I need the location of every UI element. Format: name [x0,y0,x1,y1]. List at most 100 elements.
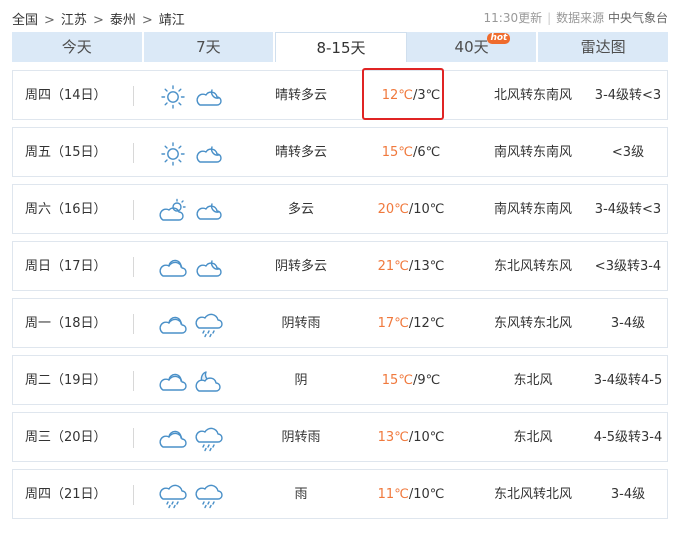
forecast-row[interactable]: 周五（15日） 晴转多云 15℃/6℃ 南风转东南风 <3级 [12,127,668,177]
weather-description: 雨 [294,487,308,502]
rain-icon [158,483,188,509]
breadcrumb-separator: > [141,13,153,28]
forecast-tabs: 今天 7天 8-15天 40天 hot 雷达图 [12,32,668,62]
temperature-high: 11℃ [377,487,409,502]
tab-7-days[interactable]: 7天 [143,32,276,62]
wind-direction: 北风转东南风 [493,88,572,103]
temperature-high: 21℃ [377,259,409,274]
cloud-icon [194,255,224,281]
weather-icons [158,369,224,395]
forecast-date: 周四（21日） [25,487,107,502]
cloudy-night-icon [194,369,224,395]
temperature-high: 15℃ [381,373,413,388]
forecast-row[interactable]: 周三（20日） 阴转雨 13℃/10℃ 东北风 4-5级转3-4 [12,412,668,462]
divider [133,485,134,505]
weather-description: 晴转多云 [274,145,327,160]
forecast-date: 周五（15日） [25,145,107,160]
wind-level: 3-4级 [610,487,646,502]
wind-level: 3-4级 [610,316,646,331]
breadcrumb-separator: > [44,13,55,28]
partly-cloudy-icon [158,198,188,224]
forecast-date: 周六（16日） [25,202,107,217]
overcast-icon [158,369,188,395]
wind-direction: 东北风 [513,430,553,445]
temperature: 15℃/6℃ [363,128,459,178]
cloud-icon [194,141,224,167]
temperature-highlight-box [362,68,444,120]
overcast-icon [158,312,188,338]
cloud-icon [194,84,224,110]
temperature: 21℃/13℃ [363,242,459,292]
wind-direction: 东风转东北风 [493,316,572,331]
temperature: 15℃/9℃ [363,356,459,406]
weather-icons [158,84,224,110]
temperature-low: /9℃ [412,373,441,388]
temperature-low: /10℃ [408,487,445,502]
divider [133,257,134,277]
source-label: 数据来源 [556,11,605,25]
wind-level: <3级 [611,145,645,160]
temperature-high: 13℃ [377,430,409,445]
temperature-high: 20℃ [377,202,409,217]
forecast-row[interactable]: 周二（19日） 阴 15℃/9℃ 东北风 3-4级转4-5 [12,355,668,405]
forecast-date: 周一（18日） [25,316,107,331]
temperature-low: /12℃ [408,316,445,331]
breadcrumb-item-national[interactable]: 全国 [12,13,38,28]
sun-icon [158,141,188,167]
breadcrumb-item-city[interactable]: 泰州 [110,13,136,28]
wind-direction: 东北风 [513,373,553,388]
tab-8-15-days[interactable]: 8-15天 [275,32,407,62]
forecast-row[interactable]: 周一（18日） 阴转雨 17℃/12℃ 东风转东北风 3-4级 [12,298,668,348]
temperature: 17℃/12℃ [363,299,459,349]
weather-icons [158,426,224,452]
breadcrumb-item-province[interactable]: 江苏 [61,13,87,28]
wind-level: <3级转3-4 [594,259,662,274]
tab-today[interactable]: 今天 [12,32,144,62]
forecast-date: 周日（17日） [25,259,107,274]
wind-direction: 东北风转北风 [493,487,572,502]
forecast-row[interactable]: 周日（17日） 阴转多云 21℃/13℃ 东北风转东风 <3级转3-4 [12,241,668,291]
source-org: 中央气象台 [607,11,668,25]
divider [133,314,134,334]
top-bar: 全国 > 江苏 > 泰州 > 靖江 11:30更新 | 数据来源 中央气象台 [0,0,680,32]
temperature: 20℃/10℃ [363,185,459,235]
weather-description: 阴 [294,373,308,388]
weather-description: 多云 [287,202,314,217]
hot-badge: hot [487,33,511,44]
temperature-low: /13℃ [408,259,445,274]
tab-radar[interactable]: 雷达图 [538,32,668,62]
wind-direction: 东北风转东风 [493,259,572,274]
forecast-row[interactable]: 周四（14日） 晴转多云 12℃/3℃ 北风转东南风 3-4级转<3 [12,68,668,120]
divider [133,143,134,163]
rain-icon [194,426,224,452]
temperature-low: /6℃ [412,145,441,160]
cloud-icon [194,198,224,224]
wind-direction: 南风转东南风 [493,145,572,160]
breadcrumb: 全国 > 江苏 > 泰州 > 靖江 [12,9,185,28]
wind-level: 3-4级转4-5 [593,373,663,388]
temperature-low: /10℃ [408,430,445,445]
forecast-date: 周三（20日） [25,430,107,445]
weather-icons [158,198,224,224]
overcast-icon [158,255,188,281]
weather-description: 阴转多云 [274,259,327,274]
divider [133,86,134,106]
weather-description: 阴转雨 [281,430,321,445]
weather-description: 阴转雨 [281,316,321,331]
breadcrumb-item-current: 靖江 [158,13,185,28]
temperature-high: 15℃ [381,145,413,160]
forecast-row[interactable]: 周六（16日） 多云 20℃/10℃ 南风转东南风 3-4级转<3 [12,184,668,234]
rain-icon [194,483,224,509]
temperature-high: 17℃ [377,316,409,331]
temperature: 11℃/10℃ [363,470,459,520]
forecast-row[interactable]: 周四（21日） 雨 11℃/10℃ 东北风转北风 3-4级 [12,469,668,519]
forecast-list: 周四（14日） 晴转多云 12℃/3℃ 北风转东南风 3-4级转<3 周五（15日） 晴转多… [12,68,668,526]
temperature-low: /10℃ [408,202,445,217]
weather-icons [158,312,224,338]
divider [133,200,134,220]
rain-icon [194,312,224,338]
tab-40-days[interactable]: 40天 hot [406,32,539,62]
weather-icons [158,141,224,167]
sun-icon [158,84,188,110]
divider [133,371,134,391]
